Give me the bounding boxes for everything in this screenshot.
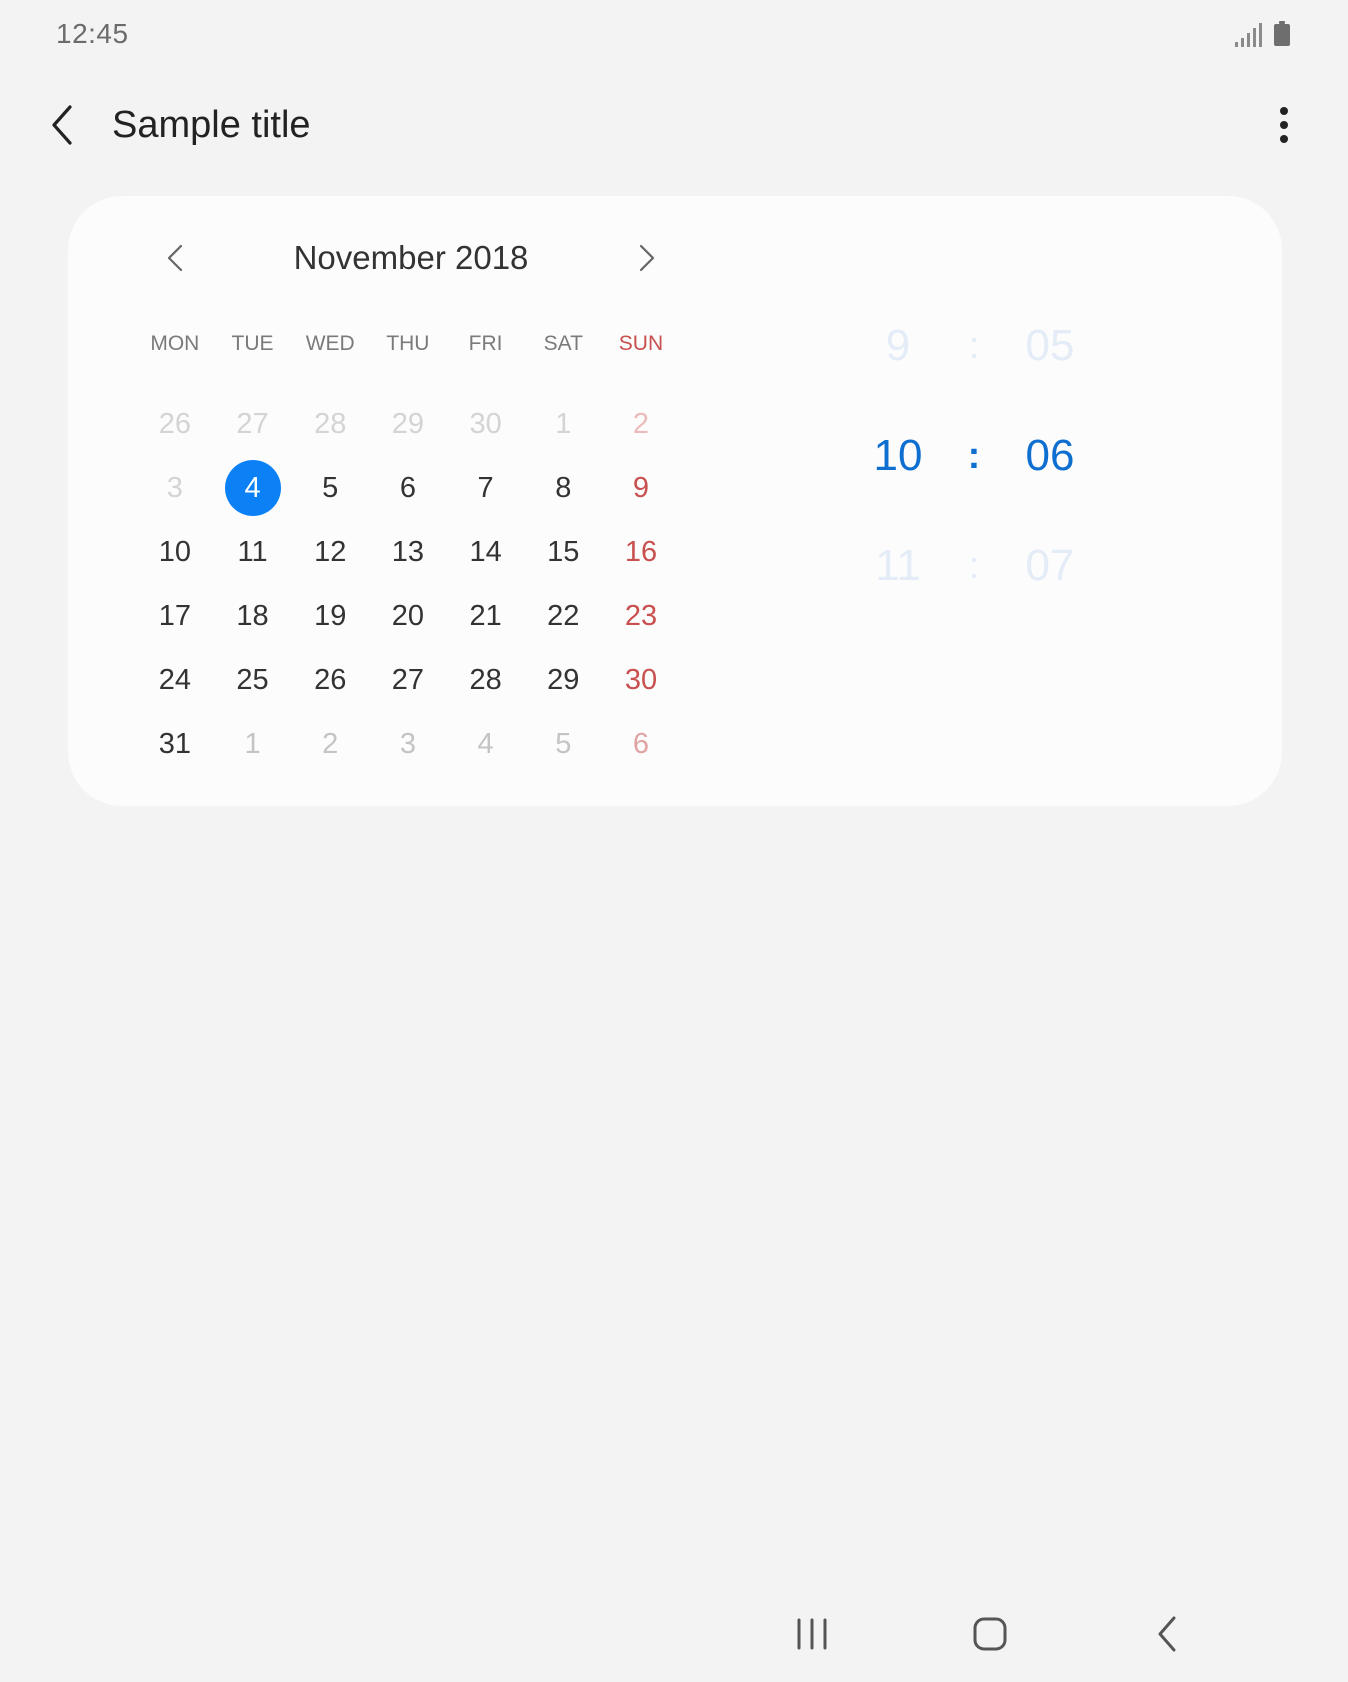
date-time-picker-card: November 2018 MON TUE WED THU FRI SAT SU… (68, 196, 1282, 806)
weekday-header-row: MON TUE WED THU FRI SAT SUN (136, 324, 680, 364)
calendar-day-other-month[interactable]: 4 (447, 712, 525, 776)
time-row-next[interactable]: 11 : 07 (848, 526, 1148, 606)
calendar-day-sunday[interactable]: 23 (602, 584, 680, 648)
minute-value-selected[interactable]: 06 (1000, 431, 1100, 481)
home-button[interactable] (960, 1606, 1020, 1662)
calendar-day-selected[interactable]: 4 (214, 456, 292, 520)
time-row-selected[interactable]: 10 : 06 (848, 416, 1148, 496)
calendar-day[interactable]: 31 (136, 712, 214, 776)
weekday-label: TUE (231, 332, 274, 355)
calendar-day-grid: 26 27 28 29 30 1 2 3 4 5 6 7 8 9 10 11 1… (136, 392, 680, 776)
chevron-right-icon (639, 244, 655, 272)
calendar-week-row: 3 4 5 6 7 8 9 (136, 456, 680, 520)
time-separator: : (968, 324, 980, 367)
calendar-day-other-month[interactable]: 2 (602, 392, 680, 456)
system-navigation-bar (0, 1590, 1348, 1682)
battery-icon (1274, 21, 1290, 46)
next-month-button[interactable] (626, 238, 666, 278)
calendar-week-row: 24 25 26 27 28 29 30 (136, 648, 680, 712)
more-options-button[interactable] (1262, 100, 1306, 150)
weekday-label: MON (150, 332, 200, 355)
calendar-day-sunday[interactable]: 9 (602, 456, 680, 520)
recents-icon (797, 1618, 827, 1650)
calendar-day[interactable]: 11 (214, 520, 292, 584)
back-icon (1158, 1616, 1176, 1652)
month-title[interactable]: November 2018 (208, 226, 614, 290)
back-button[interactable] (40, 100, 90, 150)
status-bar: 12:45 (0, 0, 1348, 68)
calendar-day[interactable]: 29 (524, 648, 602, 712)
calendar-day-other-month[interactable]: 5 (524, 712, 602, 776)
calendar-day[interactable]: 5 (291, 456, 369, 520)
weekday-label: WED (305, 332, 355, 355)
calendar-day-other-month[interactable]: 29 (369, 392, 447, 456)
calendar-day[interactable]: 28 (447, 648, 525, 712)
more-vertical-icon (1280, 107, 1288, 143)
calendar-day-sunday[interactable]: 16 (602, 520, 680, 584)
weekday-label-sunday: SUN (618, 332, 664, 355)
calendar-week-row: 10 11 12 13 14 15 16 (136, 520, 680, 584)
system-back-button[interactable] (1138, 1606, 1198, 1662)
calendar-day[interactable]: 26 (291, 648, 369, 712)
time-spinner[interactable]: 9 : 05 10 : 06 11 : 07 (848, 306, 1148, 636)
calendar-day[interactable]: 24 (136, 648, 214, 712)
calendar-day[interactable]: 17 (136, 584, 214, 648)
time-separator: : (968, 544, 980, 587)
chevron-left-icon (167, 244, 183, 272)
calendar-day-other-month[interactable]: 3 (369, 712, 447, 776)
calendar-day-other-month[interactable]: 1 (214, 712, 292, 776)
calendar-day[interactable]: 25 (214, 648, 292, 712)
calendar-day-disabled: 3 (166, 472, 183, 504)
calendar-day[interactable]: 27 (369, 648, 447, 712)
weekday-label: FRI (468, 332, 503, 355)
calendar-day-other-month[interactable]: 30 (447, 392, 525, 456)
signal-icon (1235, 23, 1262, 47)
calendar-week-row: 26 27 28 29 30 1 2 (136, 392, 680, 456)
selected-day-label: 4 (224, 460, 281, 516)
calendar-day[interactable]: 21 (447, 584, 525, 648)
home-icon (973, 1617, 1007, 1651)
hour-value[interactable]: 9 (848, 321, 948, 371)
calendar-day[interactable]: 22 (524, 584, 602, 648)
time-row-previous[interactable]: 9 : 05 (848, 306, 1148, 386)
calendar-day[interactable]: 20 (369, 584, 447, 648)
status-time: 12:45 (56, 18, 129, 49)
weekday-label: SAT (543, 332, 583, 355)
calendar-day-other-month[interactable]: 1 (524, 392, 602, 456)
minute-value[interactable]: 05 (1000, 321, 1100, 371)
calendar-day[interactable]: 6 (369, 456, 447, 520)
calendar-day-other-month[interactable]: 26 (136, 392, 214, 456)
page-title: Sample title (112, 104, 311, 146)
hour-value[interactable]: 11 (848, 541, 948, 591)
calendar-day-other-month[interactable]: 2 (291, 712, 369, 776)
calendar-day[interactable]: 13 (369, 520, 447, 584)
app-bar: Sample title (0, 80, 1348, 170)
calendar-day[interactable]: 18 (214, 584, 292, 648)
calendar-day[interactable]: 19 (291, 584, 369, 648)
calendar-week-row: 17 18 19 20 21 22 23 (136, 584, 680, 648)
back-arrow-icon (52, 105, 72, 145)
calendar-day[interactable]: 15 (524, 520, 602, 584)
month-header: November 2018 (108, 226, 668, 290)
calendar-week-row: 31 1 2 3 4 5 6 (136, 712, 680, 776)
calendar-day-other-month[interactable]: 28 (291, 392, 369, 456)
calendar-day[interactable]: 7 (447, 456, 525, 520)
calendar-day[interactable]: 8 (524, 456, 602, 520)
calendar-day[interactable]: 14 (447, 520, 525, 584)
calendar-day[interactable]: 12 (291, 520, 369, 584)
calendar-day-sunday[interactable]: 30 (602, 648, 680, 712)
hour-value-selected[interactable]: 10 (848, 431, 948, 481)
calendar-day-other-month[interactable]: 6 (602, 712, 680, 776)
minute-value[interactable]: 07 (1000, 541, 1100, 591)
calendar-day-other-month[interactable]: 27 (214, 392, 292, 456)
weekday-label: THU (386, 332, 430, 355)
recents-button[interactable] (782, 1606, 842, 1662)
calendar-day[interactable]: 10 (136, 520, 214, 584)
prev-month-button[interactable] (156, 238, 196, 278)
time-separator: : (967, 434, 981, 477)
